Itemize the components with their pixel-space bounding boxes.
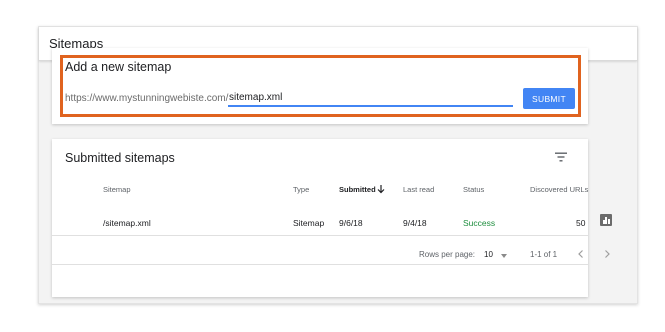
filter-icon[interactable] [554,151,568,163]
rows-per-page-select[interactable]: 10 [484,250,493,259]
column-header-status[interactable]: Status [463,185,484,194]
submit-button[interactable]: SUBMIT [523,88,575,109]
cell-submitted: 9/6/18 [339,218,363,228]
submitted-sitemaps-title: Submitted sitemaps [65,151,175,165]
url-prefix: https://www.mystunningwebiste.com/ [65,93,229,104]
column-header-sitemap[interactable]: Sitemap [103,185,131,194]
sitemap-url-input[interactable] [228,89,513,107]
header-divider [52,235,588,236]
pagination-range: 1-1 of 1 [530,250,558,259]
sort-down-icon[interactable] [376,184,386,194]
dropdown-arrow-icon[interactable] [501,254,507,258]
column-header-submitted[interactable]: Submitted [339,185,376,194]
chevron-right-icon[interactable] [601,248,613,260]
chevron-left-icon[interactable] [575,248,587,260]
cell-discovered-urls: 50 [576,218,586,228]
column-header-discovered-urls[interactable]: Discovered URLs [530,185,588,194]
bar-chart-icon[interactable] [600,214,612,226]
add-sitemap-title: Add a new sitemap [65,60,172,74]
rows-per-page-label: Rows per page: [419,250,476,259]
column-header-type[interactable]: Type [293,185,309,194]
column-header-last-read[interactable]: Last read [403,185,434,194]
cell-sitemap: /sitemap.xml [103,218,151,228]
cell-last-read: 9/4/18 [403,218,427,228]
cell-type: Sitemap [293,218,325,228]
row-divider [52,264,588,265]
cell-status: Success [463,218,496,228]
